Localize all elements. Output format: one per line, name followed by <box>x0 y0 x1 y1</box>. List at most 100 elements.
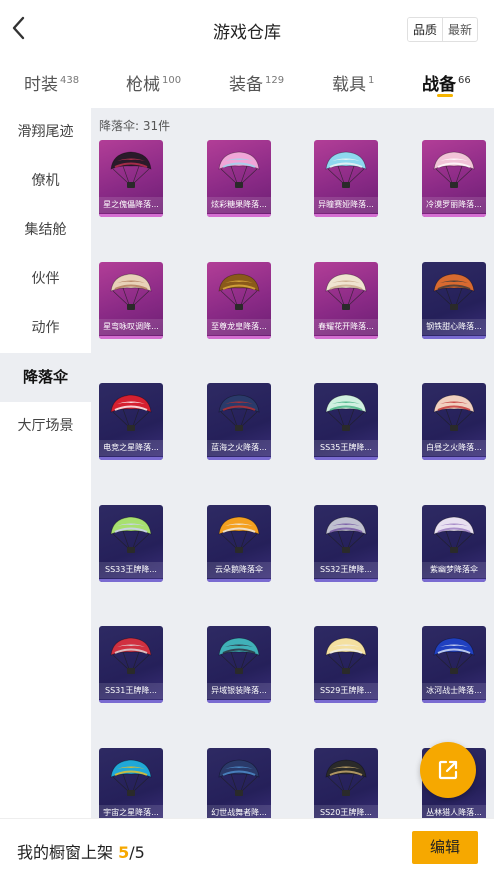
parachute-name: 异瞳赛娅降落... <box>314 197 378 213</box>
sidebar-item-parachute[interactable]: 降落伞 <box>0 353 91 402</box>
parachute-card[interactable]: 幻世战舞者降... <box>207 748 271 818</box>
parachute-card[interactable]: 春耀花开降落... <box>314 262 378 339</box>
parachute-name: 钢铁甜心降落... <box>422 319 486 335</box>
showcase-label: 我的橱窗上架 <box>17 843 114 862</box>
tab-label: 载具 <box>332 75 366 95</box>
parachute-card[interactable]: SS35王牌降... <box>314 383 378 460</box>
tab-weapons[interactable]: 枪械 100 <box>126 70 181 95</box>
sidebar-item-wingman[interactable]: 僚机 <box>0 157 91 206</box>
parachute-name: 云朵鹅降落伞 <box>207 562 271 578</box>
parachute-card[interactable]: 电竞之星降落... <box>99 383 163 460</box>
parachute-card[interactable]: 异瞳赛娅降落... <box>314 140 378 217</box>
parachute-name: 幻世战舞者降... <box>207 805 271 818</box>
parachute-icon <box>433 273 475 310</box>
tab-equipment[interactable]: 装备 129 <box>229 70 284 95</box>
parachute-icon <box>110 394 152 431</box>
rarity-bar <box>99 700 163 703</box>
parachute-card[interactable]: 宇宙之星降落... <box>99 748 163 818</box>
item-grid-panel: 降落伞: 31件 星之傀儡降落... 炫彩糖果降落... 异瞳赛娅降落... 冷漠罗丽… <box>91 108 494 818</box>
parachute-name: 蓝海之火降落... <box>207 440 271 456</box>
sidebar-item-emote[interactable]: 动作 <box>0 304 91 353</box>
rarity-bar <box>99 457 163 460</box>
rarity-bar <box>314 700 378 703</box>
parachute-name: 丛林猎人降落... <box>422 805 486 818</box>
sidebar-item-companion[interactable]: 伙伴 <box>0 255 91 304</box>
parachute-icon <box>218 273 260 310</box>
rarity-bar <box>422 457 486 460</box>
parachute-card[interactable]: 白昼之火降落... <box>422 383 486 460</box>
parachute-card[interactable]: 钢铁甜心降落... <box>422 262 486 339</box>
parachute-icon <box>218 759 260 796</box>
tab-label: 枪械 <box>126 75 160 95</box>
tab-label: 时装 <box>24 75 58 95</box>
rarity-bar <box>314 214 378 217</box>
parachute-card[interactable]: SS31王牌降... <box>99 626 163 703</box>
parachute-name: SS31王牌降... <box>99 683 163 699</box>
item-count-label: 降落伞: 31件 <box>99 119 171 133</box>
sidebar-item-lobby-scene[interactable]: 大厅场景 <box>0 402 91 451</box>
parachute-icon <box>110 151 152 188</box>
rarity-bar <box>422 579 486 582</box>
parachute-name: SS33王牌降... <box>99 562 163 578</box>
parachute-icon <box>218 394 260 431</box>
parachute-card[interactable]: SS20王牌降... <box>314 748 378 818</box>
sort-newest-option[interactable]: 最新 <box>443 18 477 41</box>
rarity-bar <box>99 214 163 217</box>
parachute-card[interactable]: 冷漠罗丽降落... <box>422 140 486 217</box>
parachute-icon <box>218 637 260 674</box>
parachute-name: SS35王牌降... <box>314 440 378 456</box>
showcase-current-count: 5 <box>118 843 130 862</box>
parachute-card[interactable]: 星弯咏叹调降... <box>99 262 163 339</box>
parachute-name: 紫幽梦降落伞 <box>422 562 486 578</box>
tab-label: 战备 <box>422 75 456 95</box>
tab-count: 129 <box>265 75 285 86</box>
edit-button[interactable]: 编辑 <box>412 831 478 864</box>
parachute-icon <box>218 516 260 553</box>
showcase-total-count: /5 <box>129 843 145 862</box>
rarity-bar <box>207 700 271 703</box>
parachute-icon <box>433 637 475 674</box>
share-button[interactable] <box>420 742 476 798</box>
parachute-card[interactable]: 蓝海之火降落... <box>207 383 271 460</box>
parachute-card[interactable]: 至尊龙皇降落... <box>207 262 271 339</box>
parachute-card[interactable]: 冰河战士降落... <box>422 626 486 703</box>
parachute-name: 冰河战士降落... <box>422 683 486 699</box>
sort-quality-option[interactable]: 品质 <box>407 18 443 41</box>
parachute-card[interactable]: SS33王牌降... <box>99 505 163 582</box>
parachute-name: 春耀花开降落... <box>314 319 378 335</box>
rarity-bar <box>314 457 378 460</box>
tab-vehicles[interactable]: 载具 1 <box>332 70 374 95</box>
parachute-name: SS20王牌降... <box>314 805 378 818</box>
parachute-name: 宇宙之星降落... <box>99 805 163 818</box>
parachute-card[interactable]: 云朵鹅降落伞 <box>207 505 271 582</box>
sidebar: 滑翔尾迹 僚机 集结舱 伙伴 动作 降落伞 大厅场景 <box>0 108 91 818</box>
parachute-name: SS32王牌降... <box>314 562 378 578</box>
rarity-bar <box>422 336 486 339</box>
parachute-card[interactable]: SS29王牌降... <box>314 626 378 703</box>
parachute-icon <box>110 516 152 553</box>
sidebar-item-rally-pod[interactable]: 集结舱 <box>0 206 91 255</box>
rarity-bar <box>314 336 378 339</box>
sort-toggle: 品质 最新 <box>406 17 478 42</box>
parachute-card[interactable]: SS32王牌降... <box>314 505 378 582</box>
parachute-icon <box>325 637 367 674</box>
tab-battle-prep[interactable]: 战备 66 <box>422 70 471 95</box>
rarity-bar <box>207 457 271 460</box>
parachute-card[interactable]: 紫幽梦降落伞 <box>422 505 486 582</box>
parachute-name: 白昼之火降落... <box>422 440 486 456</box>
sidebar-item-glide-trail[interactable]: 滑翔尾迹 <box>0 108 91 157</box>
parachute-card[interactable]: 炫彩糖果降落... <box>207 140 271 217</box>
tab-count: 1 <box>368 75 375 86</box>
tab-fashion[interactable]: 时装 438 <box>24 70 79 95</box>
parachute-card[interactable]: 异域银装降落... <box>207 626 271 703</box>
parachute-icon <box>110 759 152 796</box>
rarity-bar <box>207 336 271 339</box>
rarity-bar <box>99 336 163 339</box>
parachute-icon <box>325 151 367 188</box>
parachute-card[interactable]: 星之傀儡降落... <box>99 140 163 217</box>
parachute-icon <box>433 394 475 431</box>
parachute-icon <box>433 516 475 553</box>
parachute-name: 冷漠罗丽降落... <box>422 197 486 213</box>
category-tabs: 时装 438 枪械 100 装备 129 载具 1 战备 66 <box>0 60 494 106</box>
rarity-bar <box>99 579 163 582</box>
